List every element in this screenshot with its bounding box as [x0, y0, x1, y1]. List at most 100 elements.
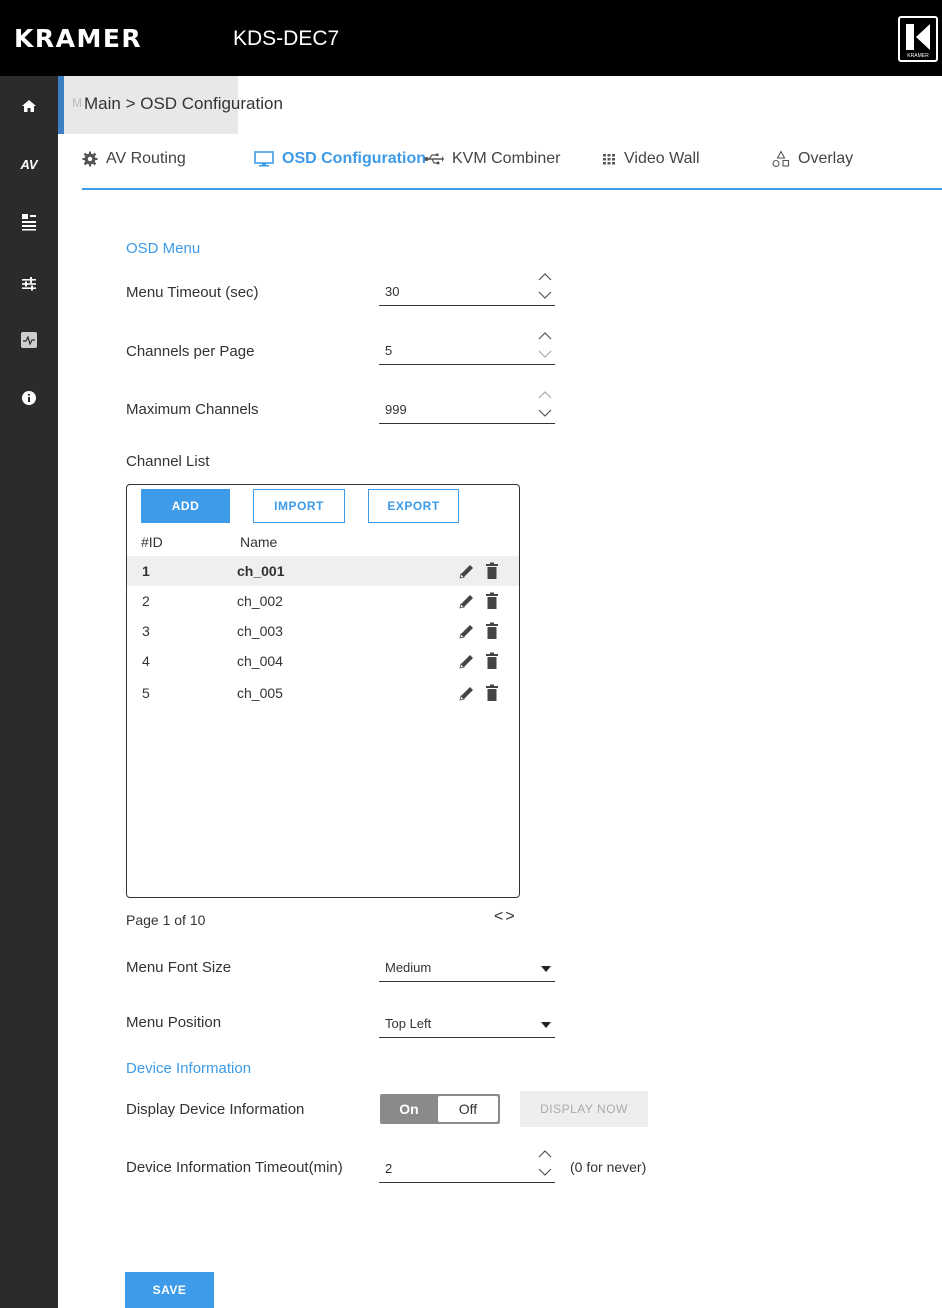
tab-osd-configuration[interactable]: OSD Configuration — [254, 150, 426, 168]
save-button[interactable]: SAVE — [125, 1272, 214, 1308]
row-id: 2 — [142, 593, 150, 609]
spinner-arrows-icon[interactable] — [537, 388, 553, 420]
toggle-off-option[interactable]: Off — [438, 1096, 498, 1122]
menu-font-size-select[interactable]: Medium — [379, 952, 555, 982]
menu-timeout-label: Menu Timeout (sec) — [126, 284, 259, 301]
row-id: 3 — [142, 623, 150, 639]
sidebar-item-sliders[interactable] — [0, 262, 58, 306]
gear-icon — [82, 151, 98, 167]
brand-logo-text: KRAMER — [14, 24, 143, 53]
delete-trash-icon[interactable] — [485, 652, 499, 670]
osd-menu-title: OSD Menu — [126, 240, 201, 257]
row-name: ch_004 — [237, 653, 283, 669]
add-channel-button[interactable]: ADD — [141, 489, 230, 523]
sidebar-item-info[interactable] — [0, 376, 58, 420]
edit-pencil-icon[interactable] — [457, 623, 475, 641]
usb-icon — [424, 153, 444, 165]
edit-pencil-icon[interactable] — [457, 685, 475, 703]
pagination-label: Page 1 of 10 — [126, 912, 206, 928]
home-icon — [22, 100, 36, 112]
table-row[interactable]: 3 ch_003 — [127, 616, 519, 646]
tab-overlay[interactable]: Overlay — [772, 150, 853, 168]
tab-av-routing[interactable]: AV Routing — [82, 150, 186, 168]
menu-position-label: Menu Position — [126, 1014, 222, 1031]
device-info-timeout-label: Device Information Timeout(min) — [126, 1159, 343, 1176]
channels-per-page-label: Channels per Page — [126, 343, 255, 360]
device-info-timeout-value: 2 — [385, 1161, 393, 1176]
menu-timeout-value: 30 — [385, 284, 400, 299]
row-name: ch_002 — [237, 593, 283, 609]
diagnostics-icon — [21, 332, 37, 348]
menu-timeout-input[interactable]: 30 — [379, 273, 555, 306]
sliders-icon — [22, 277, 36, 291]
device-information-title: Device Information — [126, 1060, 252, 1077]
top-bar: KRAMER KDS-DEC7 KRAMER — [0, 0, 942, 76]
display-now-button[interactable]: DISPLAY NOW — [520, 1091, 648, 1127]
breadcrumb-ghost-letter: M — [72, 96, 82, 110]
menu-font-size-value: Medium — [385, 960, 432, 975]
device-model: KDS-DEC7 — [233, 27, 340, 50]
menu-font-size-label: Menu Font Size — [126, 959, 232, 976]
spinner-arrows-icon[interactable] — [537, 270, 553, 302]
toggle-on-option[interactable]: On — [380, 1094, 438, 1124]
edit-pencil-icon[interactable] — [457, 563, 475, 581]
import-button[interactable]: IMPORT — [253, 489, 345, 523]
channels-per-page-value: 5 — [385, 343, 393, 358]
spinner-arrows-icon[interactable] — [537, 329, 553, 361]
timeout-hint: (0 for never) — [570, 1159, 647, 1175]
row-id: 1 — [142, 563, 150, 579]
tab-kvm-combiner[interactable]: KVM Combiner — [424, 150, 560, 168]
sidebar-item-diagnostics[interactable] — [0, 318, 58, 362]
spinner-arrows-icon[interactable] — [537, 1147, 553, 1179]
sidebar: AV — [0, 76, 58, 1308]
edit-pencil-icon[interactable] — [457, 593, 475, 611]
table-row[interactable]: 4 ch_004 — [127, 646, 519, 676]
breadcrumb: Main > OSD Configuration — [84, 94, 283, 113]
maximum-channels-value: 999 — [385, 402, 407, 417]
column-header-id: #ID — [141, 534, 163, 550]
menu-position-value: Top Left — [385, 1016, 432, 1031]
settings-panel-icon — [22, 214, 36, 231]
display-device-info-toggle[interactable]: On Off — [380, 1094, 500, 1124]
tab-label: OSD Configuration — [282, 150, 426, 167]
delete-trash-icon[interactable] — [485, 592, 499, 610]
channels-per-page-input[interactable]: 5 — [379, 332, 555, 365]
channel-list-label: Channel List — [126, 453, 210, 470]
dropdown-arrow-icon — [541, 966, 551, 972]
logo-caption: KRAMER — [907, 53, 929, 59]
info-icon — [22, 391, 36, 405]
row-id: 5 — [142, 685, 150, 701]
table-row[interactable]: 1 ch_001 — [127, 556, 519, 586]
device-info-timeout-input[interactable]: 2 — [379, 1150, 555, 1183]
tab-video-wall[interactable]: Video Wall — [602, 150, 700, 168]
column-header-name: Name — [240, 534, 278, 550]
sidebar-item-settings[interactable] — [0, 200, 58, 244]
tab-label: KVM Combiner — [452, 150, 561, 167]
tab-label: Overlay — [798, 150, 854, 167]
export-button[interactable]: EXPORT — [368, 489, 459, 523]
sidebar-item-home[interactable] — [0, 84, 58, 128]
maximum-channels-input[interactable]: 999 — [379, 391, 555, 424]
maximum-channels-label: Maximum Channels — [126, 401, 259, 418]
kramer-logo-icon: KRAMER — [898, 16, 938, 62]
edit-pencil-icon[interactable] — [457, 653, 475, 671]
display-device-info-label: Display Device Information — [126, 1101, 305, 1118]
table-row[interactable]: 2 ch_002 — [127, 586, 519, 616]
tab-bar: AV Routing OSD Configuration KVM Combine… — [82, 134, 942, 190]
delete-trash-icon[interactable] — [485, 622, 499, 640]
row-name: ch_001 — [237, 563, 285, 579]
pagination-arrows[interactable]: <> — [494, 908, 517, 926]
row-name: ch_003 — [237, 623, 283, 639]
tab-label: AV Routing — [106, 150, 186, 167]
row-id: 4 — [142, 653, 150, 669]
delete-trash-icon[interactable] — [485, 684, 499, 702]
dropdown-arrow-icon — [541, 1022, 551, 1028]
delete-trash-icon[interactable] — [485, 562, 499, 580]
grid-icon — [603, 154, 615, 165]
table-row[interactable]: 5 ch_005 — [127, 678, 519, 708]
overlay-icon — [772, 150, 790, 168]
av-icon: AV — [20, 156, 38, 172]
menu-position-select[interactable]: Top Left — [379, 1008, 555, 1038]
sidebar-item-av[interactable]: AV — [0, 142, 58, 186]
tab-label: Video Wall — [624, 150, 700, 167]
